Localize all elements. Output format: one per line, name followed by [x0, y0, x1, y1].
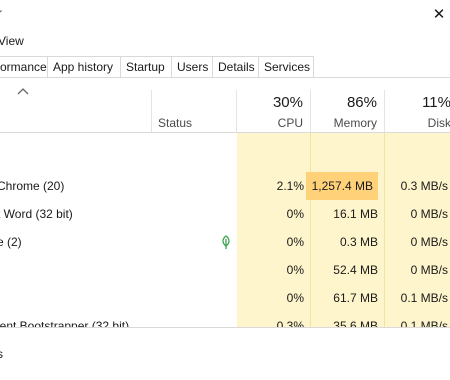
column-status[interactable]: Status: [158, 116, 192, 130]
fewer-details-link[interactable]: s: [0, 347, 3, 361]
disk-value: 0.3 MB/s: [400, 179, 448, 193]
disk-value: 0 MB/s: [410, 235, 448, 249]
tab-app-history[interactable]: App history: [47, 56, 121, 77]
memory-value: 16.1 MB: [333, 207, 378, 221]
table-row[interactable]: 0% 61.7 MB 0.1 MB/s: [0, 284, 450, 312]
memory-value: 0.3 MB: [339, 235, 378, 249]
column-disk[interactable]: Disk: [388, 116, 450, 130]
table-row[interactable]: Chrome (20) 2.1% 1,257.4 MB 0.3 MB/s: [0, 172, 450, 200]
tab-users[interactable]: Users: [171, 56, 215, 77]
cpu-total: 30%: [272, 94, 303, 111]
process-name: e (2): [0, 235, 22, 249]
chevron-up-icon[interactable]: [17, 84, 29, 98]
cpu-value: 0%: [286, 263, 304, 277]
column-memory[interactable]: Memory: [314, 116, 377, 130]
cpu-value: 2.1%: [276, 179, 304, 193]
cpu-value: 0.3%: [276, 319, 304, 327]
table-row[interactable]: e (2) 0% 0.3 MB 0 MB/s: [0, 228, 450, 256]
footer-bar: s: [0, 327, 450, 380]
window-title: r: [0, 6, 2, 20]
column-divider: [151, 90, 152, 132]
menu-view[interactable]: View: [0, 34, 24, 48]
title-bar: r ✕: [0, 0, 450, 30]
memory-value: 52.4 MB: [333, 263, 378, 277]
cpu-value: 0%: [286, 235, 304, 249]
cpu-value: 0%: [286, 207, 304, 221]
process-name: ient Bootstrapper (32 bit): [0, 319, 130, 327]
table-row[interactable]: t Word (32 bit) 0% 16.1 MB 0 MB/s: [0, 200, 450, 228]
table-row[interactable]: ient Bootstrapper (32 bit) 0.3% 35.6 MB …: [0, 312, 450, 327]
column-divider: [384, 90, 385, 132]
tab-startup[interactable]: Startup: [120, 56, 172, 77]
process-table: Chrome (20) 2.1% 1,257.4 MB 0.3 MB/s t W…: [0, 133, 450, 327]
close-icon[interactable]: ✕: [428, 4, 450, 26]
process-name: Chrome (20): [0, 179, 65, 193]
tab-details[interactable]: Details: [212, 56, 261, 77]
disk-value: 0 MB/s: [410, 263, 448, 277]
leaf-icon: [220, 235, 232, 249]
disk-value: 0.1 MB/s: [400, 319, 448, 327]
memory-value: 35.6 MB: [333, 319, 378, 327]
column-divider: [236, 90, 237, 132]
memory-value: 1,257.4 MB: [306, 172, 378, 200]
process-name: t Word (32 bit): [0, 207, 73, 221]
disk-value: 0 MB/s: [410, 207, 448, 221]
disk-total: 11%: [422, 94, 450, 111]
tab-performance[interactable]: ormance: [0, 56, 49, 77]
memory-total: 86%: [346, 94, 377, 111]
cpu-value: 0%: [286, 291, 304, 305]
table-row[interactable]: 0% 52.4 MB 0 MB/s: [0, 256, 450, 284]
tab-strip: ormance App history Startup Users Detail…: [0, 52, 450, 78]
menu-bar: View: [0, 31, 450, 51]
disk-value: 0.1 MB/s: [400, 291, 448, 305]
memory-value: 61.7 MB: [333, 291, 378, 305]
column-cpu[interactable]: CPU: [240, 116, 303, 130]
column-header: Status 30% CPU 86% Memory 11% Disk: [0, 78, 450, 133]
tab-services[interactable]: Services: [258, 56, 314, 77]
column-divider: [310, 90, 311, 132]
table-row[interactable]: [0, 133, 450, 161]
